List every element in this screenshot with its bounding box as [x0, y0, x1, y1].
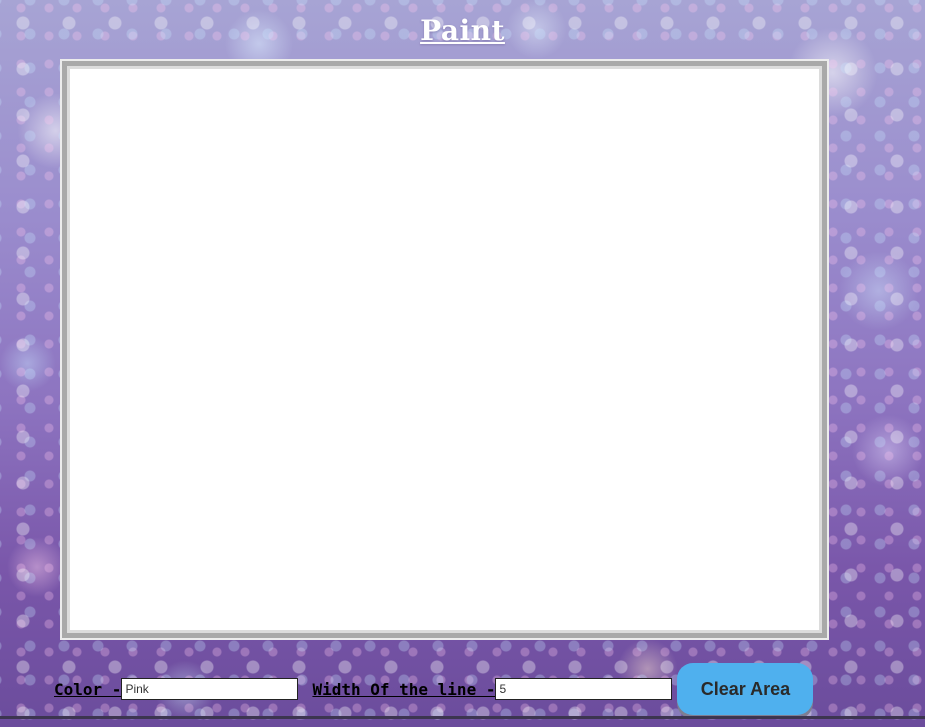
- clear-area-button[interactable]: Clear Area: [677, 663, 814, 715]
- color-label: Color -: [54, 679, 122, 699]
- line-width-input[interactable]: [495, 678, 673, 700]
- line-width-label: Width Of the line -: [312, 679, 496, 699]
- paint-toolbar: Color - Width Of the line - Clear Area: [54, 663, 814, 715]
- page-title: Paint: [420, 14, 505, 47]
- color-input[interactable]: [121, 678, 299, 700]
- drawing-canvas[interactable]: [62, 61, 827, 638]
- bottom-divider: [0, 716, 925, 719]
